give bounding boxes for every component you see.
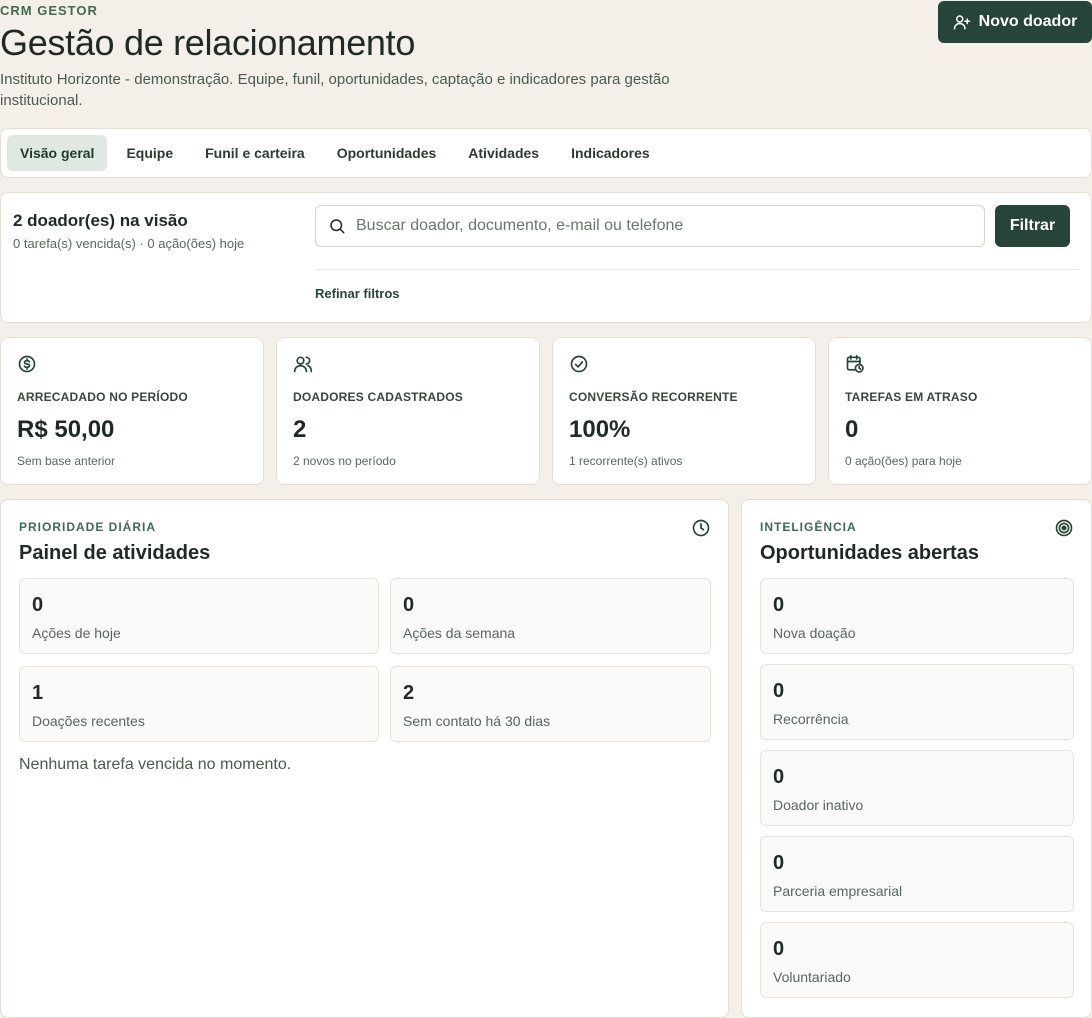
new-donor-button[interactable]: Novo doador — [938, 1, 1092, 43]
search-icon — [330, 219, 345, 234]
stat-label: Recorrência — [773, 711, 849, 727]
target-icon — [1055, 519, 1073, 537]
stat-label: Ações da semana — [403, 625, 516, 641]
panel-title: Painel de atividades — [19, 542, 211, 564]
search-box[interactable] — [315, 205, 985, 247]
stat-value: 0 — [32, 594, 44, 616]
tab-oportunidades[interactable]: Oportunidades — [324, 135, 450, 171]
stat-acoes-hoje: 0 Ações de hoje — [19, 578, 379, 654]
kpi-card-doadores: DOADORES CADASTRADOS 2 2 novos no períod… — [276, 337, 540, 485]
filter-card: 2 doador(es) na visão 0 tarefa(s) vencid… — [0, 192, 1092, 323]
kpi-label: ARRECADADO NO PERÍODO — [17, 390, 188, 404]
tab-equipe[interactable]: Equipe — [113, 135, 186, 171]
user-plus-icon — [953, 15, 970, 30]
stat-label: Voluntariado — [773, 969, 851, 985]
stat-value: 0 — [773, 594, 785, 616]
kpi-label: TAREFAS EM ATRASO — [845, 390, 978, 404]
tab-visao-geral[interactable]: Visão geral — [7, 135, 108, 171]
stat-value: 0 — [773, 852, 785, 874]
stat-value: 1 — [32, 682, 44, 704]
stat-acoes-semana: 0 Ações da semana — [390, 578, 711, 654]
empty-state-message: Nenhuma tarefa vencida no momento. — [19, 756, 292, 773]
stat-label: Doador inativo — [773, 797, 864, 813]
opportunities-panel: INTELIGÊNCIA Oportunidades abertas 0 Nov… — [741, 499, 1092, 1018]
donor-count: 2 doador(es) na visão — [13, 211, 188, 230]
users-icon — [293, 356, 313, 373]
stat-value: 0 — [773, 766, 785, 788]
stat-label: Ações de hoje — [32, 625, 121, 641]
new-donor-label: Novo doador — [978, 13, 1078, 30]
kpi-value: 0 — [845, 416, 859, 443]
panel-eyebrow: INTELIGÊNCIA — [760, 520, 857, 534]
stat-label: Sem contato há 30 dias — [403, 713, 551, 729]
kpi-value: 2 — [293, 416, 307, 443]
kpi-note: 1 recorrente(s) ativos — [569, 454, 683, 468]
page-header: CRM GESTOR Gestão de relacionamento Inst… — [0, 0, 1092, 120]
stat-sem-contato: 2 Sem contato há 30 dias — [390, 666, 711, 742]
opportunity-nova-doacao: 0 Nova doação — [760, 578, 1074, 654]
stat-label: Nova doação — [773, 625, 856, 641]
page-title: Gestão de relacionamento — [0, 22, 416, 63]
filter-button[interactable]: Filtrar — [995, 205, 1070, 247]
kpi-label: CONVERSÃO RECORRENTE — [569, 390, 738, 404]
stat-value: 0 — [773, 938, 785, 960]
kpi-note: 2 novos no período — [293, 454, 396, 468]
kpi-card-conversao: CONVERSÃO RECORRENTE 100% 1 recorrente(s… — [552, 337, 816, 485]
kpi-value: 100% — [569, 416, 631, 443]
app-eyebrow: CRM GESTOR — [0, 3, 98, 18]
calendar-clock-icon — [846, 354, 864, 373]
panel-eyebrow: PRIORIDADE DIÁRIA — [19, 520, 157, 534]
donor-meta: 0 tarefa(s) vencida(s) · 0 ação(ões) hoj… — [13, 236, 245, 251]
tab-indicadores[interactable]: Indicadores — [558, 135, 663, 171]
kpi-card-tarefas: TAREFAS EM ATRASO 0 0 ação(ões) para hoj… — [828, 337, 1092, 485]
dollar-circle-icon — [18, 355, 36, 373]
opportunity-recorrencia: 0 Recorrência — [760, 664, 1074, 740]
stat-doacoes-recentes: 1 Doações recentes — [19, 666, 379, 742]
opportunity-doador-inativo: 0 Doador inativo — [760, 750, 1074, 826]
kpi-value: R$ 50,00 — [17, 416, 115, 443]
refine-filters-link[interactable]: Refinar filtros — [315, 286, 400, 301]
stat-value: 0 — [773, 680, 785, 702]
opportunity-parceria-empresarial: 0 Parceria empresarial — [760, 836, 1074, 912]
kpi-note: 0 ação(ões) para hoje — [845, 454, 962, 468]
kpi-label: DOADORES CADASTRADOS — [293, 390, 464, 404]
panel-title: Oportunidades abertas — [760, 542, 979, 564]
divider — [315, 269, 1079, 270]
tab-bar: Visão geral Equipe Funil e carteira Opor… — [0, 128, 1092, 178]
stat-value: 2 — [403, 682, 415, 704]
stat-label: Doações recentes — [32, 713, 145, 729]
check-circle-icon — [570, 355, 588, 373]
tab-atividades[interactable]: Atividades — [455, 135, 552, 171]
search-input[interactable] — [356, 217, 956, 235]
opportunity-voluntariado: 0 Voluntariado — [760, 922, 1074, 998]
kpi-note: Sem base anterior — [17, 454, 116, 468]
clock-icon — [692, 519, 710, 537]
stat-label: Parceria empresarial — [773, 883, 903, 899]
activities-panel: PRIORIDADE DIÁRIA Painel de atividades 0… — [0, 499, 729, 1018]
kpi-card-arrecadado: ARRECADADO NO PERÍODO R$ 50,00 Sem base … — [0, 337, 264, 485]
tab-funil-carteira[interactable]: Funil e carteira — [192, 135, 318, 171]
page-subtitle: Instituto Horizonte - demonstração. Equi… — [0, 71, 670, 109]
stat-value: 0 — [403, 594, 415, 616]
